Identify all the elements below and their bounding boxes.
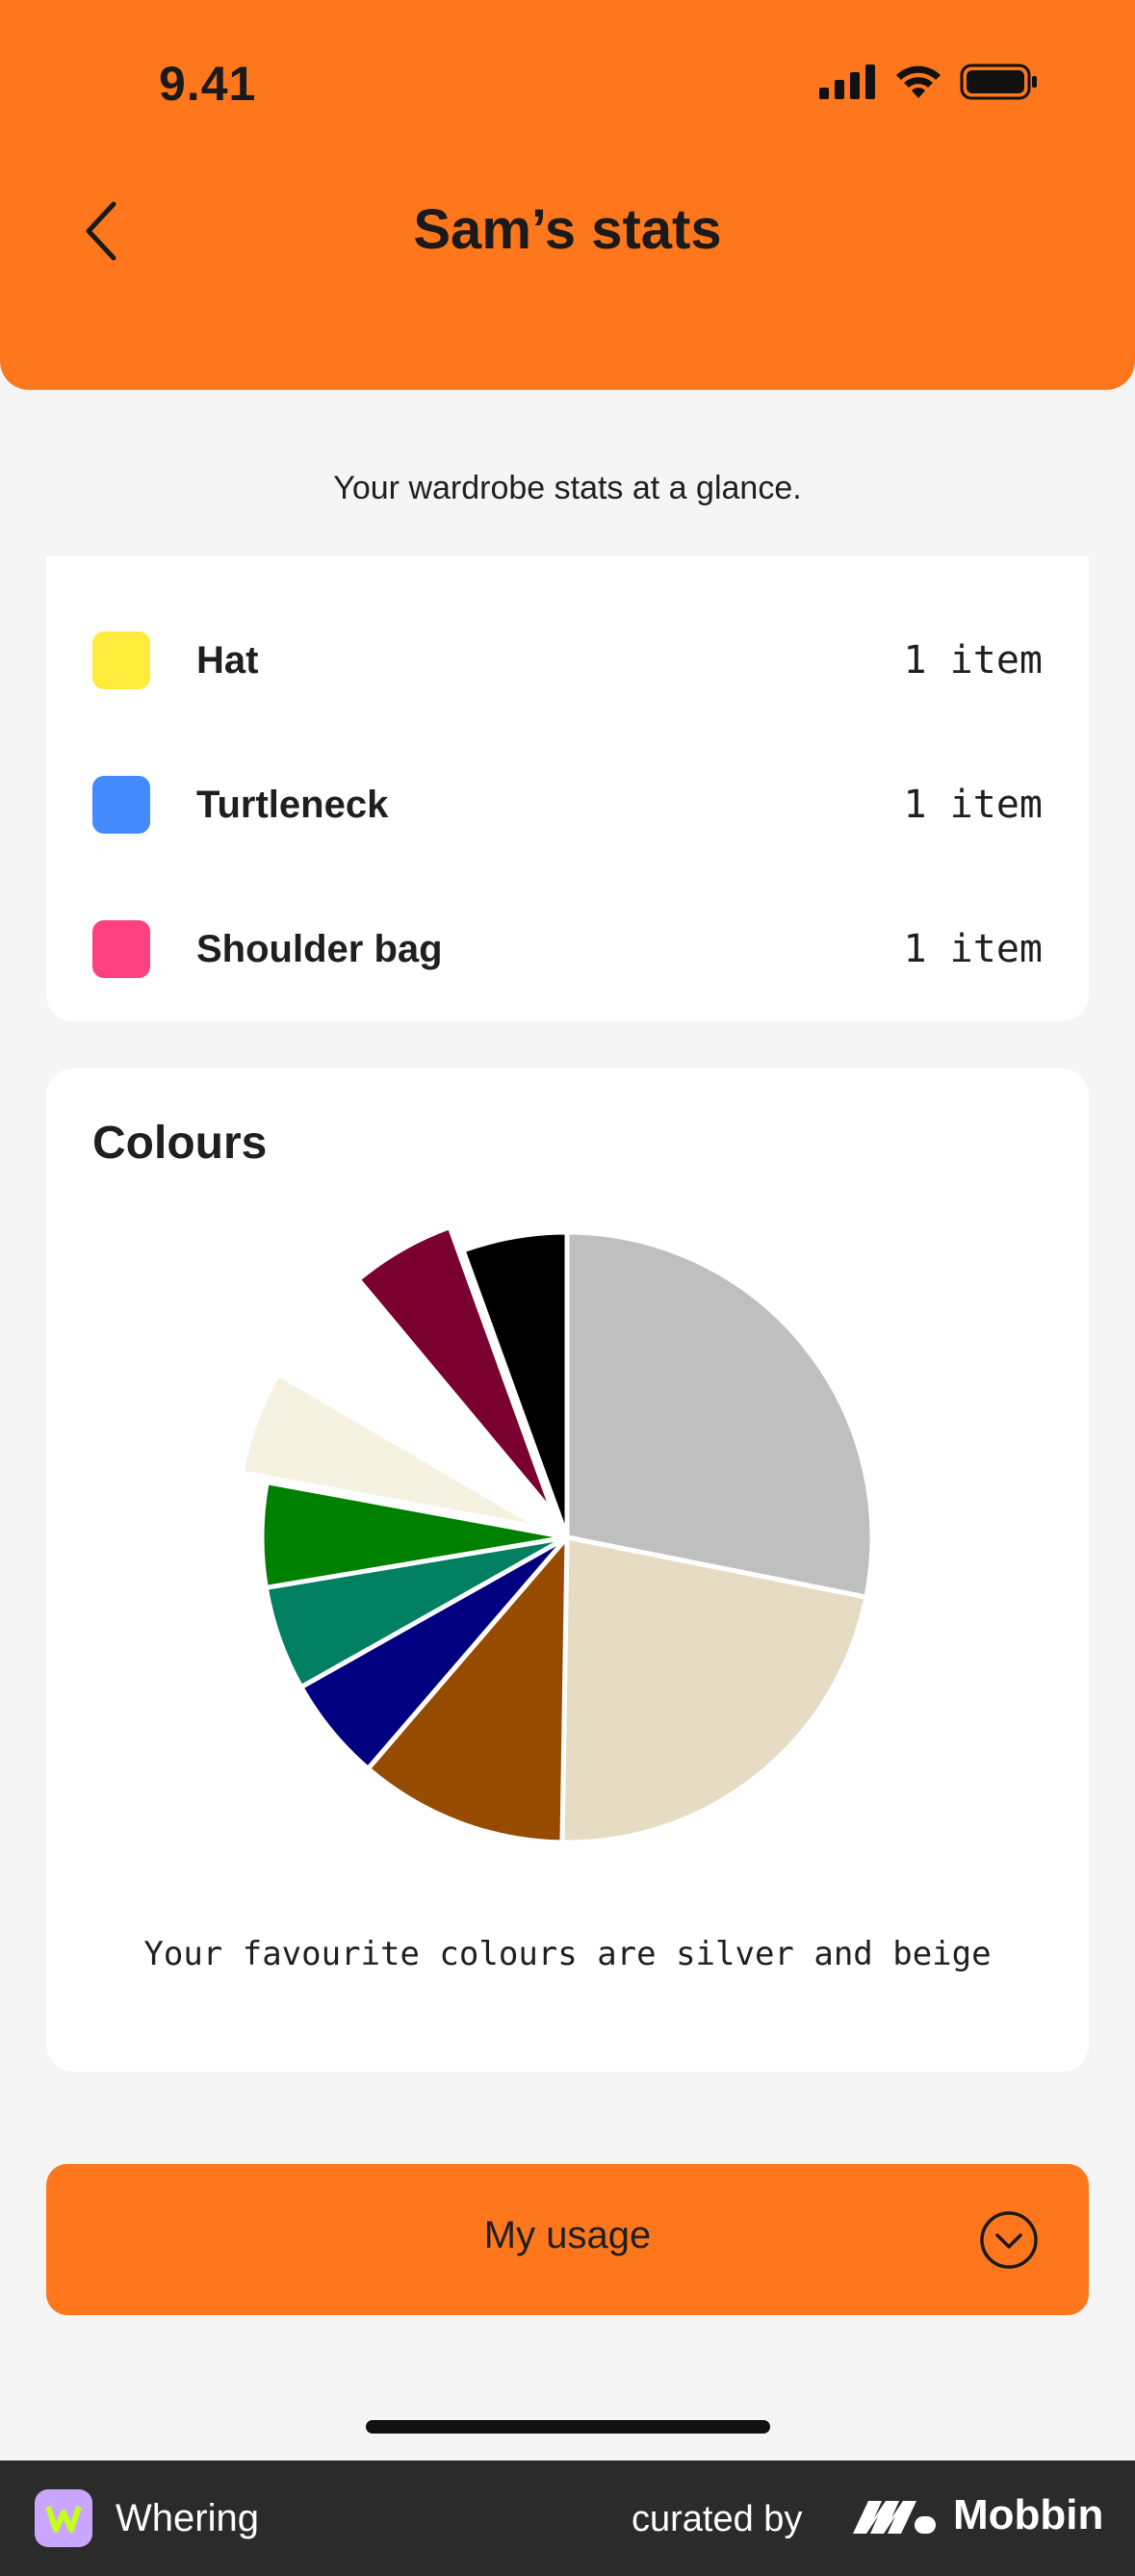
footer-bar: Whering curated by Mobbin [0,2460,1135,2576]
page-title: Sam’s stats [413,198,722,261]
item-name: Hat [196,638,259,682]
colours-card: Colours Your favourite colours are silve… [46,1069,1089,2072]
chevron-down-circle-icon [980,2211,1038,2269]
whering-app-icon [35,2489,92,2547]
item-count: 1 item [903,638,1044,683]
color-swatch [92,776,150,834]
mobbin-logo-icon [853,2501,936,2534]
pie-slice-silver [564,1229,875,1600]
wifi-icon [896,65,941,98]
color-swatch [92,920,150,978]
item-name: Turtleneck [196,783,389,826]
home-indicator [366,2420,770,2434]
signal-icon [819,64,875,99]
whering-logo-icon [45,2506,82,2533]
my-usage-label: My usage [483,2214,652,2256]
item-name: Shoulder bag [196,927,443,970]
status-icons [819,64,1039,100]
app-name: Whering [116,2497,259,2539]
favourite-colours-text: Your favourite colours are silver and be… [143,1935,992,1973]
status-time: 9.41 [159,57,257,111]
page-subtitle: Your wardrobe stats at a glance. [333,470,802,506]
battery-icon [960,64,1037,100]
item-count: 1 item [903,783,1044,827]
colours-pie-chart [239,1224,875,1845]
category-list-card: Hat 1 item Turtleneck 1 item Shoulder ba… [46,556,1089,1021]
my-usage-button[interactable]: My usage [46,2164,1089,2315]
item-count: 1 item [903,927,1044,971]
list-item[interactable]: Turtleneck 1 item [46,757,1089,853]
list-item[interactable]: Shoulder bag 1 item [46,901,1089,997]
header-bar: 9.41 Sam’s stats [0,0,1135,390]
mobbin-brand: Mobbin [953,2491,1104,2538]
curated-by-text: curated by [632,2499,803,2539]
list-item[interactable]: Hat 1 item [46,612,1089,708]
color-swatch [92,631,150,689]
